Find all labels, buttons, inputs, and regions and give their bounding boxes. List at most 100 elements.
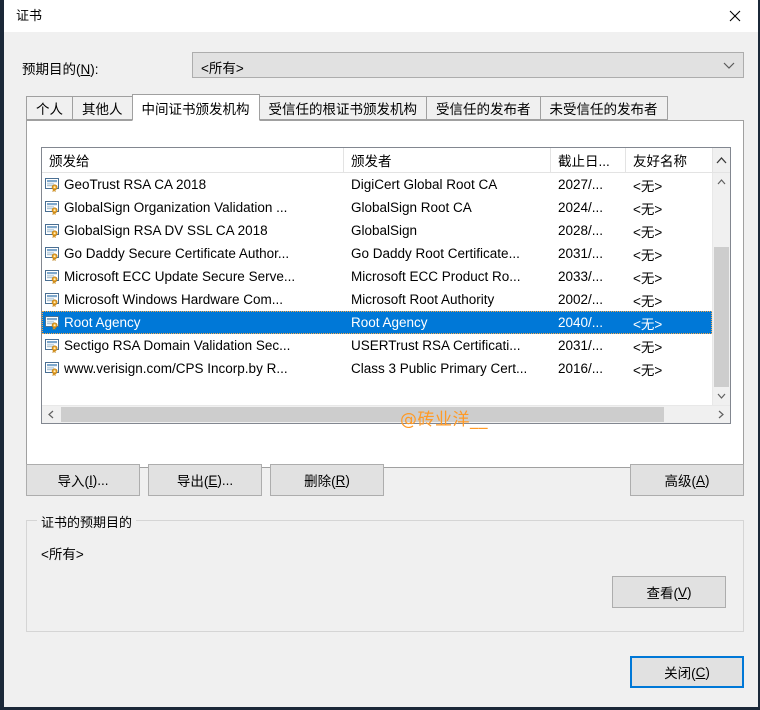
- cell-text: 2028/...: [558, 223, 604, 238]
- tab-intermediate-ca[interactable]: 中间证书颁发机构: [131, 94, 260, 121]
- tab-personal[interactable]: 个人: [26, 96, 72, 120]
- certificate-icon: [45, 338, 61, 353]
- cell-issued-by: GlobalSign: [344, 219, 551, 242]
- certificate-icon: [45, 177, 59, 192]
- cell-text: GeoTrust RSA CA 2018: [64, 177, 207, 192]
- tab-other-people[interactable]: 其他人: [72, 96, 132, 120]
- cell-text: GlobalSign Root CA: [351, 200, 472, 215]
- advanced-button-suffix: ): [705, 472, 710, 488]
- tab-label: 个人: [36, 102, 63, 117]
- cell-expiration: 2040/...: [551, 311, 626, 334]
- column-header-corner[interactable]: [712, 148, 730, 172]
- cell-text: <无>: [633, 293, 663, 309]
- table-row[interactable]: GeoTrust RSA CA 2018 DigiCert Global Root…: [42, 173, 712, 196]
- cell-text: 2033/...: [558, 269, 604, 284]
- cell-text: USERTrust RSA Certificati...: [351, 338, 521, 353]
- tab-page: 颁发给 颁发者 截止日... 友好名称 GeoTrust RSA CA 2018…: [26, 120, 744, 468]
- certificate-store-tabs: 个人 其他人 中间证书颁发机构 受信任的根证书颁发机构 受信任的发布者 未受信任…: [26, 94, 738, 121]
- cell-issued-by: GlobalSign Root CA: [344, 196, 551, 219]
- advanced-button[interactable]: 高级(A): [630, 464, 744, 496]
- table-row[interactable]: GlobalSign RSA DV SSL CA 2018 GlobalSign 2…: [42, 219, 712, 242]
- close-window-button[interactable]: [712, 0, 758, 31]
- column-header-issued-by[interactable]: 颁发者: [344, 148, 551, 172]
- certificate-icon: [45, 200, 59, 215]
- certificate-list[interactable]: 颁发给 颁发者 截止日... 友好名称 GeoTrust RSA CA 2018…: [41, 147, 731, 424]
- table-row[interactable]: Root Agency Root Agency 2040/... <无>: [42, 311, 712, 334]
- certificate-icon: [45, 338, 59, 353]
- certificate-icon: [45, 292, 61, 307]
- advanced-button-label: 高级(: [664, 474, 696, 489]
- cell-expiration: 2016/...: [551, 357, 626, 380]
- table-row[interactable]: Go Daddy Secure Certificate Author... Go …: [42, 242, 712, 265]
- intended-purpose-combobox[interactable]: <所有>: [192, 52, 744, 78]
- cell-issued-to: Microsoft Windows Hardware Com...: [42, 288, 344, 311]
- certificate-list-body[interactable]: GeoTrust RSA CA 2018 DigiCert Global Root…: [42, 173, 712, 405]
- close-icon: [729, 10, 741, 21]
- certificate-intended-purposes-title: 证书的预期目的: [37, 512, 137, 531]
- table-row[interactable]: GlobalSign Organization Validation ... Gl…: [42, 196, 712, 219]
- cell-friendly-name: <无>: [626, 334, 712, 357]
- cell-issued-to: Go Daddy Secure Certificate Author...: [42, 242, 344, 265]
- column-header-expiration[interactable]: 截止日...: [551, 148, 626, 172]
- tab-label: 未受信任的发布者: [549, 102, 658, 117]
- horizontal-scrollbar-thumb[interactable]: [61, 407, 664, 422]
- remove-button-accel: R: [335, 472, 346, 488]
- close-button-suffix: ): [705, 664, 710, 680]
- cell-text: Class 3 Public Primary Cert...: [351, 361, 528, 376]
- cell-expiration: 2027/...: [551, 173, 626, 196]
- cell-text: 2031/...: [558, 338, 604, 353]
- table-row[interactable]: Sectigo RSA Domain Validation Sec... USER…: [42, 334, 712, 357]
- tab-label: 受信任的发布者: [436, 102, 531, 117]
- table-row[interactable]: www.verisign.com/CPS Incorp.by R... Class…: [42, 357, 712, 380]
- cell-text: GlobalSign RSA DV SSL CA 2018: [64, 223, 268, 238]
- export-button-suffix: )...: [217, 472, 234, 488]
- cell-expiration: 2033/...: [551, 265, 626, 288]
- vertical-scrollbar[interactable]: [712, 173, 730, 405]
- dialog-client-area: 预期目的(N): <所有> 个人 其他人 中间证书颁发机构 受信任的根证书颁发机…: [4, 32, 758, 707]
- column-header-friendly-name[interactable]: 友好名称: [626, 148, 712, 172]
- cell-text: <无>: [633, 339, 663, 355]
- import-button[interactable]: 导入(I)...: [26, 464, 140, 496]
- cell-friendly-name: <无>: [626, 265, 712, 288]
- scroll-right-button[interactable]: [712, 406, 730, 423]
- title-bar: 证书: [4, 0, 758, 33]
- cell-expiration: 2031/...: [551, 242, 626, 265]
- view-button[interactable]: 查看(V): [612, 576, 726, 608]
- cell-text: 2002/...: [558, 292, 604, 307]
- cell-issued-to: GlobalSign Organization Validation ...: [42, 196, 344, 219]
- cell-issued-to: Root Agency: [42, 311, 344, 334]
- cell-issued-to: Sectigo RSA Domain Validation Sec...: [42, 334, 344, 357]
- view-button-suffix: ): [687, 584, 692, 600]
- cell-issued-by: Root Agency: [344, 311, 551, 334]
- export-button-accel: E: [208, 472, 218, 488]
- close-button[interactable]: 关闭(C): [630, 656, 744, 688]
- vertical-scrollbar-thumb[interactable]: [714, 247, 729, 387]
- certificate-icon: [45, 269, 59, 284]
- export-button[interactable]: 导出(E)...: [148, 464, 262, 496]
- scroll-up-button[interactable]: [713, 173, 730, 191]
- certificate-icon: [45, 200, 61, 215]
- intended-purpose-label: 预期目的(N):: [22, 58, 99, 78]
- cell-text: GlobalSign Organization Validation ...: [64, 200, 288, 215]
- cell-expiration: 2002/...: [551, 288, 626, 311]
- tab-untrusted-publishers[interactable]: 未受信任的发布者: [539, 96, 668, 120]
- table-row[interactable]: Microsoft Windows Hardware Com... Microso…: [42, 288, 712, 311]
- remove-button[interactable]: 删除(R): [270, 464, 384, 496]
- remove-button-label: 删除(: [304, 474, 336, 489]
- cell-expiration: 2028/...: [551, 219, 626, 242]
- table-row[interactable]: Microsoft ECC Update Secure Serve... Micr…: [42, 265, 712, 288]
- tab-trusted-publishers[interactable]: 受信任的发布者: [426, 96, 540, 120]
- cell-friendly-name: <无>: [626, 311, 712, 334]
- cell-text: <无>: [633, 224, 663, 240]
- cell-text: 2040/...: [558, 315, 604, 330]
- cell-issued-by: USERTrust RSA Certificati...: [344, 334, 551, 357]
- tab-trusted-root-ca[interactable]: 受信任的根证书颁发机构: [259, 96, 426, 120]
- column-header-issued-to[interactable]: 颁发给: [42, 148, 344, 172]
- horizontal-scrollbar[interactable]: [42, 405, 730, 423]
- cell-friendly-name: <无>: [626, 173, 712, 196]
- cell-issued-by: DigiCert Global Root CA: [344, 173, 551, 196]
- scroll-down-button[interactable]: [713, 387, 730, 405]
- cell-text: Go Daddy Secure Certificate Author...: [64, 246, 290, 261]
- cell-issued-to: www.verisign.com/CPS Incorp.by R...: [42, 357, 344, 380]
- scroll-left-button[interactable]: [42, 406, 60, 423]
